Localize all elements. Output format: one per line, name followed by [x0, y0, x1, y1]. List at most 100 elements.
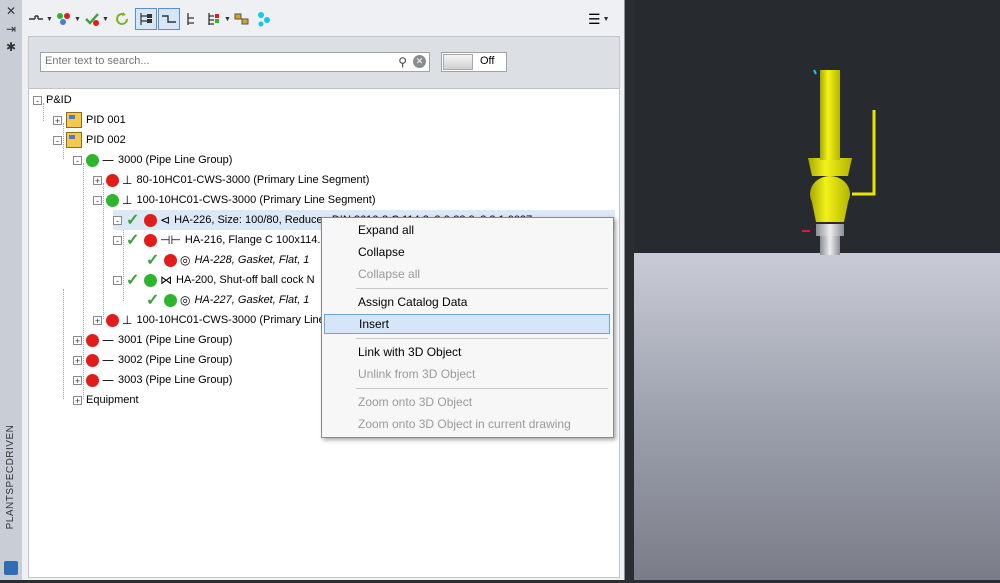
collapse-toggle[interactable]: - [73, 155, 82, 165]
connect-icon [258, 12, 270, 27]
sort-tool[interactable]: ▼ [206, 9, 231, 29]
palette-title-strip: ✕ ⇥ ✱ PLANTSPECDRIVEN [0, 0, 23, 580]
connect-button[interactable] [256, 9, 272, 29]
tree-node-label: 100-10HC01-CWS-3000 (Primary Line [136, 314, 325, 326]
model-viewport[interactable] [634, 0, 1000, 580]
refresh-button[interactable] [114, 9, 130, 29]
menu-item-insert[interactable]: Insert [324, 314, 610, 334]
expand-toggle[interactable]: + [73, 395, 82, 405]
collapse-toggle[interactable]: - [33, 95, 42, 105]
menu-item-unlink-3d: Unlink from 3D Object [358, 367, 476, 381]
tree-node-label: Equipment [86, 394, 139, 406]
tree-node-label: 3002 (Pipe Line Group) [118, 354, 233, 366]
line-style-tool[interactable]: ▼ [28, 9, 53, 29]
tree-node-group-3002[interactable]: + — 3002 (Pipe Line Group) [73, 350, 232, 370]
tree-node-segment-80[interactable]: + ⊥ 80-10HC01-CWS-3000 (Primary Line Seg… [93, 170, 369, 190]
status-ok-icon [144, 273, 157, 287]
palette-menu-button[interactable]: ☰ ▼ [588, 9, 610, 29]
search-icon[interactable]: ⚲ [398, 55, 407, 69]
ball-valve-icon: ⋈ [160, 273, 172, 287]
refresh-icon [116, 12, 128, 25]
tree-node-pid-001[interactable]: + PID 001 [53, 110, 126, 130]
close-icon[interactable]: ✕ [4, 4, 18, 18]
gasket-icon: ◎ [180, 293, 191, 307]
collapse-toggle[interactable]: - [93, 195, 102, 205]
tree-node-label: PID 002 [86, 134, 126, 146]
line-segment-icon: ⊥ [122, 173, 133, 187]
menu-item-expand-all[interactable]: Expand all [324, 220, 610, 240]
line-group-icon: — [102, 333, 114, 347]
menu-item-collapse[interactable]: Collapse [324, 242, 610, 262]
tree-node-pid-002[interactable]: - PID 002 [53, 130, 126, 150]
tree-node-ha-227[interactable]: ✓ ◎ HA-227, Gasket, Flat, 1 [146, 290, 309, 310]
search-field: ⚲ ✕ [40, 52, 430, 72]
collapse-toggle[interactable]: - [113, 275, 122, 285]
collapse-toggle[interactable]: - [113, 235, 122, 245]
color-filter-tool[interactable]: ▼ [56, 9, 81, 29]
tree-view-button[interactable] [135, 8, 157, 30]
line-view-button[interactable] [158, 8, 180, 30]
expand-toggle[interactable]: + [53, 115, 62, 125]
gasket-icon: ◎ [180, 253, 191, 267]
properties-icon[interactable]: ✱ [4, 40, 18, 54]
line-segment-icon: ⊥ [122, 193, 133, 207]
menu-item-link-3d[interactable]: Link with 3D Object [324, 342, 610, 362]
menu-separator [356, 388, 608, 389]
collapse-toggle[interactable]: - [113, 215, 122, 225]
tree-node-segment-100b[interactable]: + ⊥ 100-10HC01-CWS-3000 (Primary Line [93, 310, 325, 330]
filter-toggle[interactable]: Off [441, 52, 507, 72]
expand-toggle[interactable]: + [73, 375, 82, 385]
hierarchy-button[interactable] [184, 9, 200, 29]
menu-item-zoom-3d: Zoom onto 3D Object [358, 395, 473, 409]
menu-item-zoom-3d-current: Zoom onto 3D Object in current drawing [358, 417, 571, 431]
status-ok-icon [86, 153, 99, 167]
hierarchy-icon [187, 13, 194, 25]
validation-tool[interactable]: ▼ [84, 9, 109, 29]
collapse-toggle[interactable]: - [53, 135, 62, 145]
expand-toggle[interactable]: + [93, 315, 102, 325]
toolbar: ▼ ▼ ▼ ▼ ☰ ▼ [22, 0, 624, 36]
tree-node-group-3000[interactable]: - — 3000 (Pipe Line Group) [73, 150, 232, 170]
menu-item-assign-catalog-data[interactable]: Assign Catalog Data [324, 292, 610, 312]
tree-node-ha-228[interactable]: ✓ ◎ HA-228, Gasket, Flat, 1 [146, 250, 309, 270]
tree-node-group-3001[interactable]: + — 3001 (Pipe Line Group) [73, 330, 232, 350]
tree-node-segment-100[interactable]: - ⊥ 100-10HC01-CWS-3000 (Primary Line Se… [93, 190, 376, 210]
menu-item-collapse-all: Collapse all [358, 267, 421, 281]
status-error-icon [106, 173, 119, 187]
status-error-icon [86, 373, 99, 387]
line-group-icon: — [102, 153, 114, 167]
line-group-icon: — [102, 373, 114, 387]
menu-separator [356, 288, 608, 289]
expand-toggle[interactable]: + [73, 355, 82, 365]
status-error-icon [86, 333, 99, 347]
check-icon: ✓ [146, 252, 160, 269]
check-icon: ✓ [126, 232, 140, 249]
expand-toggle[interactable]: + [73, 335, 82, 345]
tree-node-label: HA-228, Gasket, Flat, 1 [194, 254, 310, 266]
tree-node-pid-root[interactable]: - P&ID [33, 90, 72, 110]
expand-toggle[interactable]: + [93, 175, 102, 185]
line-segment-icon: ⊥ [122, 313, 133, 327]
clear-search-icon[interactable]: ✕ [413, 55, 426, 68]
tree-node-ha-216[interactable]: - ✓ ⊣⊢ HA-216, Flange C 100x114.3 [113, 230, 327, 250]
status-error-icon [164, 253, 177, 267]
tree-node-ha-200[interactable]: - ✓ ⋈ HA-200, Shut-off ball cock N [113, 270, 315, 290]
search-input[interactable] [41, 53, 389, 69]
autohide-icon[interactable]: ⇥ [4, 22, 18, 36]
link-button[interactable] [234, 9, 250, 29]
validation-icon [85, 13, 99, 26]
check-icon: ✓ [126, 212, 140, 229]
status-error-icon [144, 233, 157, 247]
check-icon: ✓ [126, 272, 140, 289]
link-icon [234, 13, 249, 25]
drawing-icon [66, 112, 82, 128]
tree-node-label: HA-200, Shut-off ball cock N [176, 274, 315, 286]
tree-node-label: 3000 (Pipe Line Group) [118, 154, 233, 166]
tree-node-equipment[interactable]: + Equipment [73, 390, 139, 410]
tree-node-label: 80-10HC01-CWS-3000 (Primary Line Segment… [136, 174, 370, 186]
tree-node-group-3003[interactable]: + — 3003 (Pipe Line Group) [73, 370, 232, 390]
palette-title: PLANTSPECDRIVEN [5, 424, 16, 530]
color-filter-icon [57, 13, 70, 25]
toggle-knob[interactable] [443, 54, 473, 70]
status-ok-icon [164, 293, 177, 307]
